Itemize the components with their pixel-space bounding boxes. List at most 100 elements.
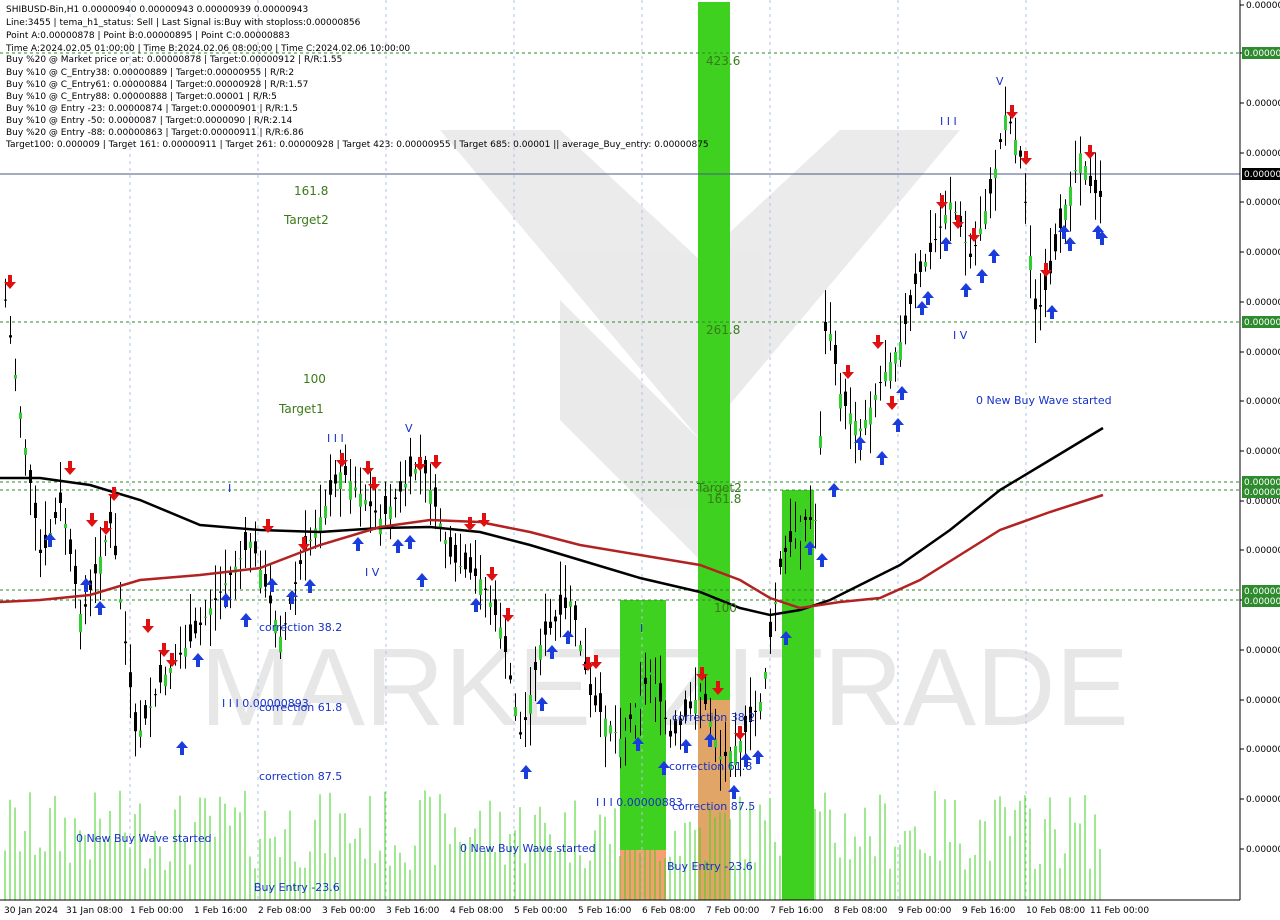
candle-body xyxy=(224,583,227,586)
candle-body xyxy=(189,624,192,642)
candle-body xyxy=(809,517,812,520)
candle-body xyxy=(919,261,922,272)
candle-body xyxy=(969,253,972,257)
price-axis: 0.00000000.00000000.00000000.00000000.00… xyxy=(1239,0,1280,900)
y-tick-label: 0.0000000 xyxy=(1246,745,1280,755)
candle-body xyxy=(924,262,927,267)
candle-body xyxy=(994,168,997,179)
candle-body xyxy=(199,622,202,625)
candle-body xyxy=(619,738,622,758)
candle-body xyxy=(604,718,607,737)
info-line: Buy %10 @ Entry -50: 0.0000087 | Target:… xyxy=(6,116,293,126)
label-w5b: V xyxy=(996,75,1004,88)
candle-body xyxy=(824,322,827,331)
label-corr-382-a: correction 38.2 xyxy=(259,621,342,634)
candle-body xyxy=(669,730,672,737)
x-tick-label: 7 Feb 00:00 xyxy=(706,906,760,916)
candle-body xyxy=(894,352,897,364)
candle-body xyxy=(1004,115,1007,131)
label-corr-382-b: correction 38.2 xyxy=(672,711,755,724)
candle-body xyxy=(409,456,412,477)
candle-body xyxy=(939,226,942,228)
label-161: 161.8 xyxy=(294,184,328,198)
chart-area[interactable]: MARKETZITRADE 161.8 xyxy=(0,0,1280,920)
candle-body xyxy=(859,428,862,432)
candle-body xyxy=(324,506,327,519)
candle-body xyxy=(1064,204,1067,221)
candle-body xyxy=(704,693,707,704)
level-price: 0.0000000 xyxy=(1244,597,1280,607)
y-tick-label: 0.0000000 xyxy=(1246,348,1280,358)
label-buy-entry-b: Buy Entry -23.6 xyxy=(667,860,753,873)
label-w3b: I I I xyxy=(940,115,957,128)
candle-body xyxy=(209,608,212,615)
x-tick-label: 9 Feb 16:00 xyxy=(962,906,1016,916)
candle-body xyxy=(914,273,917,284)
candle-body xyxy=(609,725,612,734)
candle-body xyxy=(54,512,57,518)
candle-body xyxy=(944,215,947,224)
info-line: Point A:0.00000878 | Point B:0.00000895 … xyxy=(6,31,290,41)
candle-body xyxy=(29,470,32,483)
y-tick-label: 0.0000000 xyxy=(1246,497,1280,507)
candle-body xyxy=(219,591,222,593)
candle-body xyxy=(574,605,577,620)
candle-body xyxy=(569,601,572,607)
candle-body xyxy=(614,732,617,733)
candle-body xyxy=(794,532,797,539)
candle-body xyxy=(1099,190,1102,197)
candle-body xyxy=(854,421,857,436)
candle-body xyxy=(469,557,472,573)
candle-body xyxy=(244,532,247,550)
label-w1: I xyxy=(228,482,231,495)
candle-body xyxy=(814,520,817,521)
candle-body xyxy=(99,556,102,574)
candle-body xyxy=(879,382,882,384)
candle-body xyxy=(989,179,992,194)
candle-body xyxy=(269,595,272,604)
candle-body xyxy=(134,712,137,732)
candle-body xyxy=(624,730,627,738)
candle-body xyxy=(964,242,967,243)
candle-body xyxy=(494,599,497,615)
y-tick-label: 0.0000000 xyxy=(1246,99,1280,109)
candle-body xyxy=(64,524,67,529)
candle-body xyxy=(434,487,437,507)
candle-body xyxy=(1024,201,1027,203)
label-100: 100 xyxy=(303,372,326,386)
candle-body xyxy=(1054,234,1057,252)
candle-body xyxy=(1059,208,1062,228)
candle-body xyxy=(314,528,317,538)
x-tick-label: 5 Feb 00:00 xyxy=(514,906,568,916)
label-423: 423.6 xyxy=(706,54,740,68)
x-tick-label: 31 Jan 08:00 xyxy=(66,906,123,916)
candle-body xyxy=(89,580,92,590)
candle-body xyxy=(489,602,492,608)
candle-body xyxy=(864,420,867,429)
info-line: Target100: 0.000009 | Target 161: 0.0000… xyxy=(5,140,709,150)
candle-body xyxy=(84,604,87,607)
level-price: 0.0000000 xyxy=(1244,318,1280,328)
candle-body xyxy=(9,335,12,338)
candle-body xyxy=(654,684,657,698)
candle-body xyxy=(834,344,837,364)
candle-body xyxy=(424,460,427,474)
label-corr-618-b: correction 61.8 xyxy=(669,760,752,773)
candle-body xyxy=(829,334,832,342)
candle-body xyxy=(634,707,637,726)
candle-body xyxy=(1074,170,1077,172)
info-line: Buy %10 @ C_Entry38: 0.00000889 | Target… xyxy=(6,68,294,78)
candle-body xyxy=(839,394,842,409)
label-w4: I V xyxy=(365,566,380,579)
candlestick-chart[interactable]: MARKETZITRADE 161.8 xyxy=(0,0,1280,920)
info-line: Buy %20 @ Market price or at: 0.00000878… xyxy=(6,55,342,65)
candle-body xyxy=(954,212,957,213)
candle-body xyxy=(329,480,332,495)
x-tick-label: 6 Feb 08:00 xyxy=(642,906,696,916)
candle-body xyxy=(564,597,567,608)
candle-body xyxy=(359,493,362,507)
candle-body xyxy=(444,540,447,544)
level-price: 0.0000000 xyxy=(1244,488,1280,498)
candle-body xyxy=(549,621,552,628)
candle-body xyxy=(554,616,557,622)
